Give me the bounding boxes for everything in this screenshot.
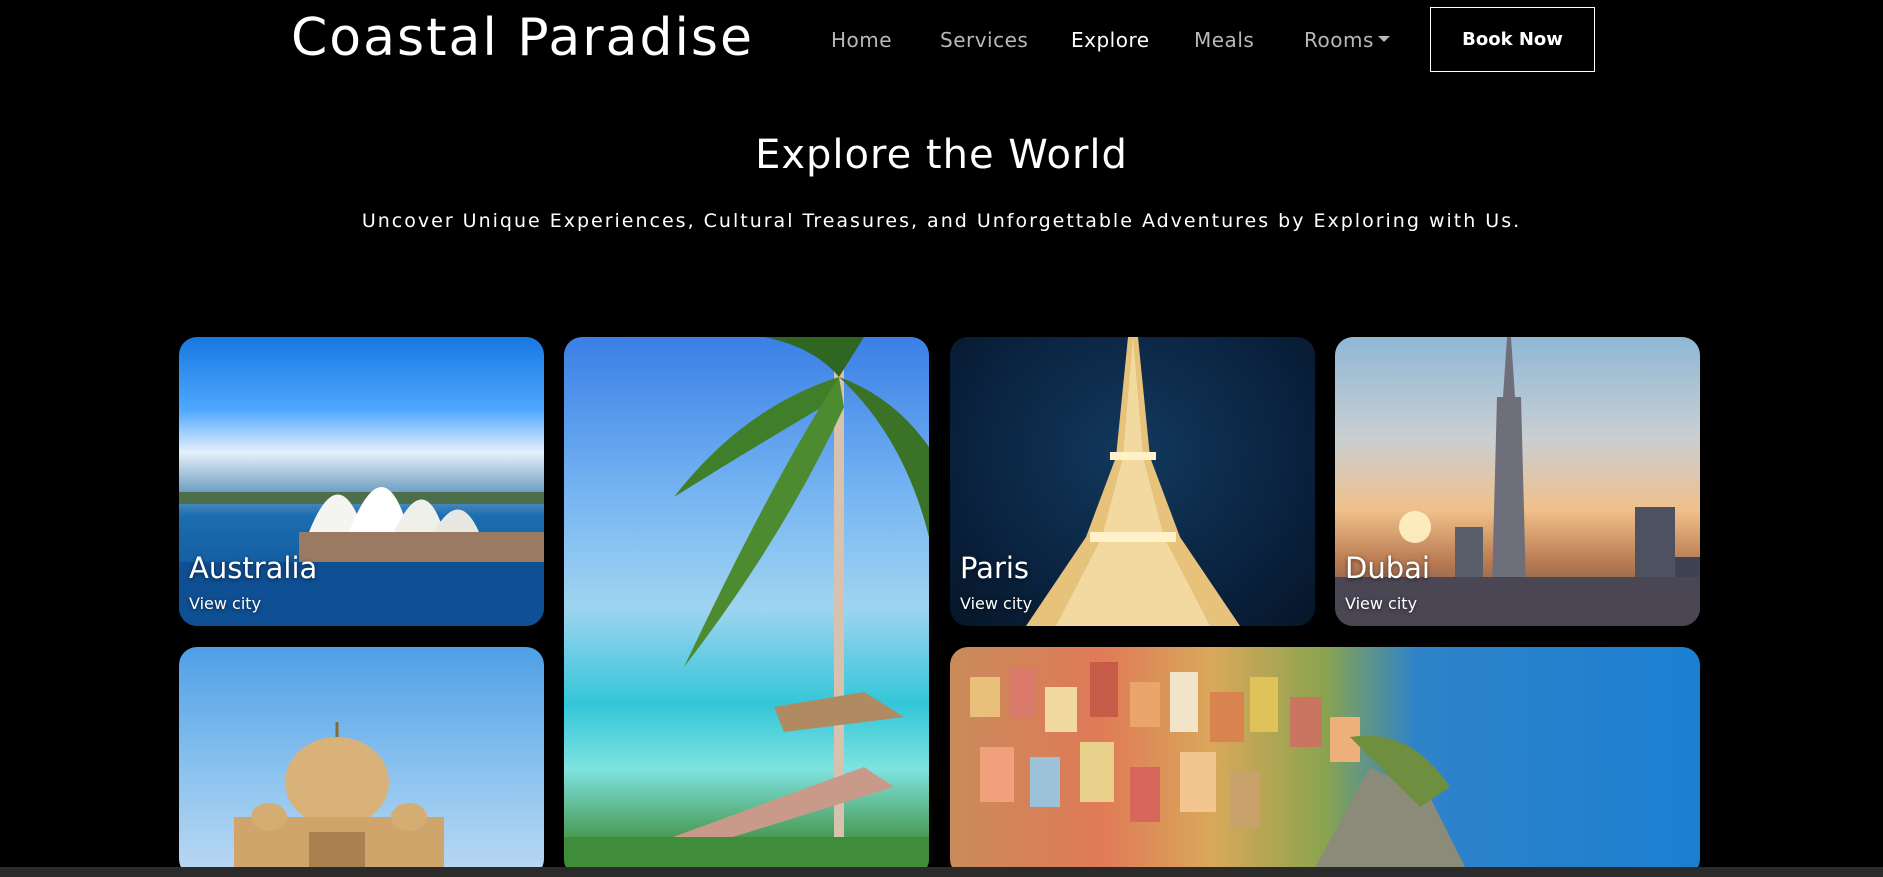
- page-title: Explore the World: [755, 132, 1128, 178]
- page-subtitle: Uncover Unique Experiences, Cultural Tre…: [361, 210, 1522, 232]
- navbar: Coastal Paradise Home Services Explore M…: [0, 0, 1883, 80]
- card-title: Paris: [960, 551, 1030, 585]
- horizontal-scrollbar[interactable]: [0, 867, 1883, 877]
- nav-home[interactable]: Home: [831, 28, 892, 52]
- chevron-down-icon: [1377, 35, 1390, 42]
- nav-rooms-label: Rooms: [1304, 28, 1374, 52]
- nav-meals[interactable]: Meals: [1194, 28, 1254, 52]
- destination-card-cinque-terre[interactable]: [950, 647, 1700, 877]
- card-title: Australia: [189, 551, 318, 585]
- destination-card-australia[interactable]: Australia View city: [179, 337, 544, 626]
- destination-card-paris[interactable]: Paris View city: [950, 337, 1315, 626]
- taj-mahal-image: [234, 722, 444, 877]
- destination-card-dubai[interactable]: Dubai View city: [1335, 337, 1700, 626]
- brand-logo[interactable]: Coastal Paradise: [291, 8, 754, 68]
- nav-explore[interactable]: Explore: [1071, 28, 1150, 52]
- nav-services[interactable]: Services: [940, 28, 1028, 52]
- beach-image: [564, 337, 929, 877]
- view-city-link[interactable]: View city: [1345, 594, 1417, 613]
- destination-card-beach[interactable]: [564, 337, 929, 877]
- card-title: Dubai: [1345, 551, 1430, 585]
- view-city-link[interactable]: View city: [189, 594, 261, 613]
- book-now-button[interactable]: Book Now: [1430, 7, 1595, 72]
- cinque-terre-image: [970, 662, 1470, 877]
- destination-card-india[interactable]: [179, 647, 544, 877]
- nav-rooms[interactable]: Rooms: [1304, 28, 1390, 52]
- view-city-link[interactable]: View city: [960, 594, 1032, 613]
